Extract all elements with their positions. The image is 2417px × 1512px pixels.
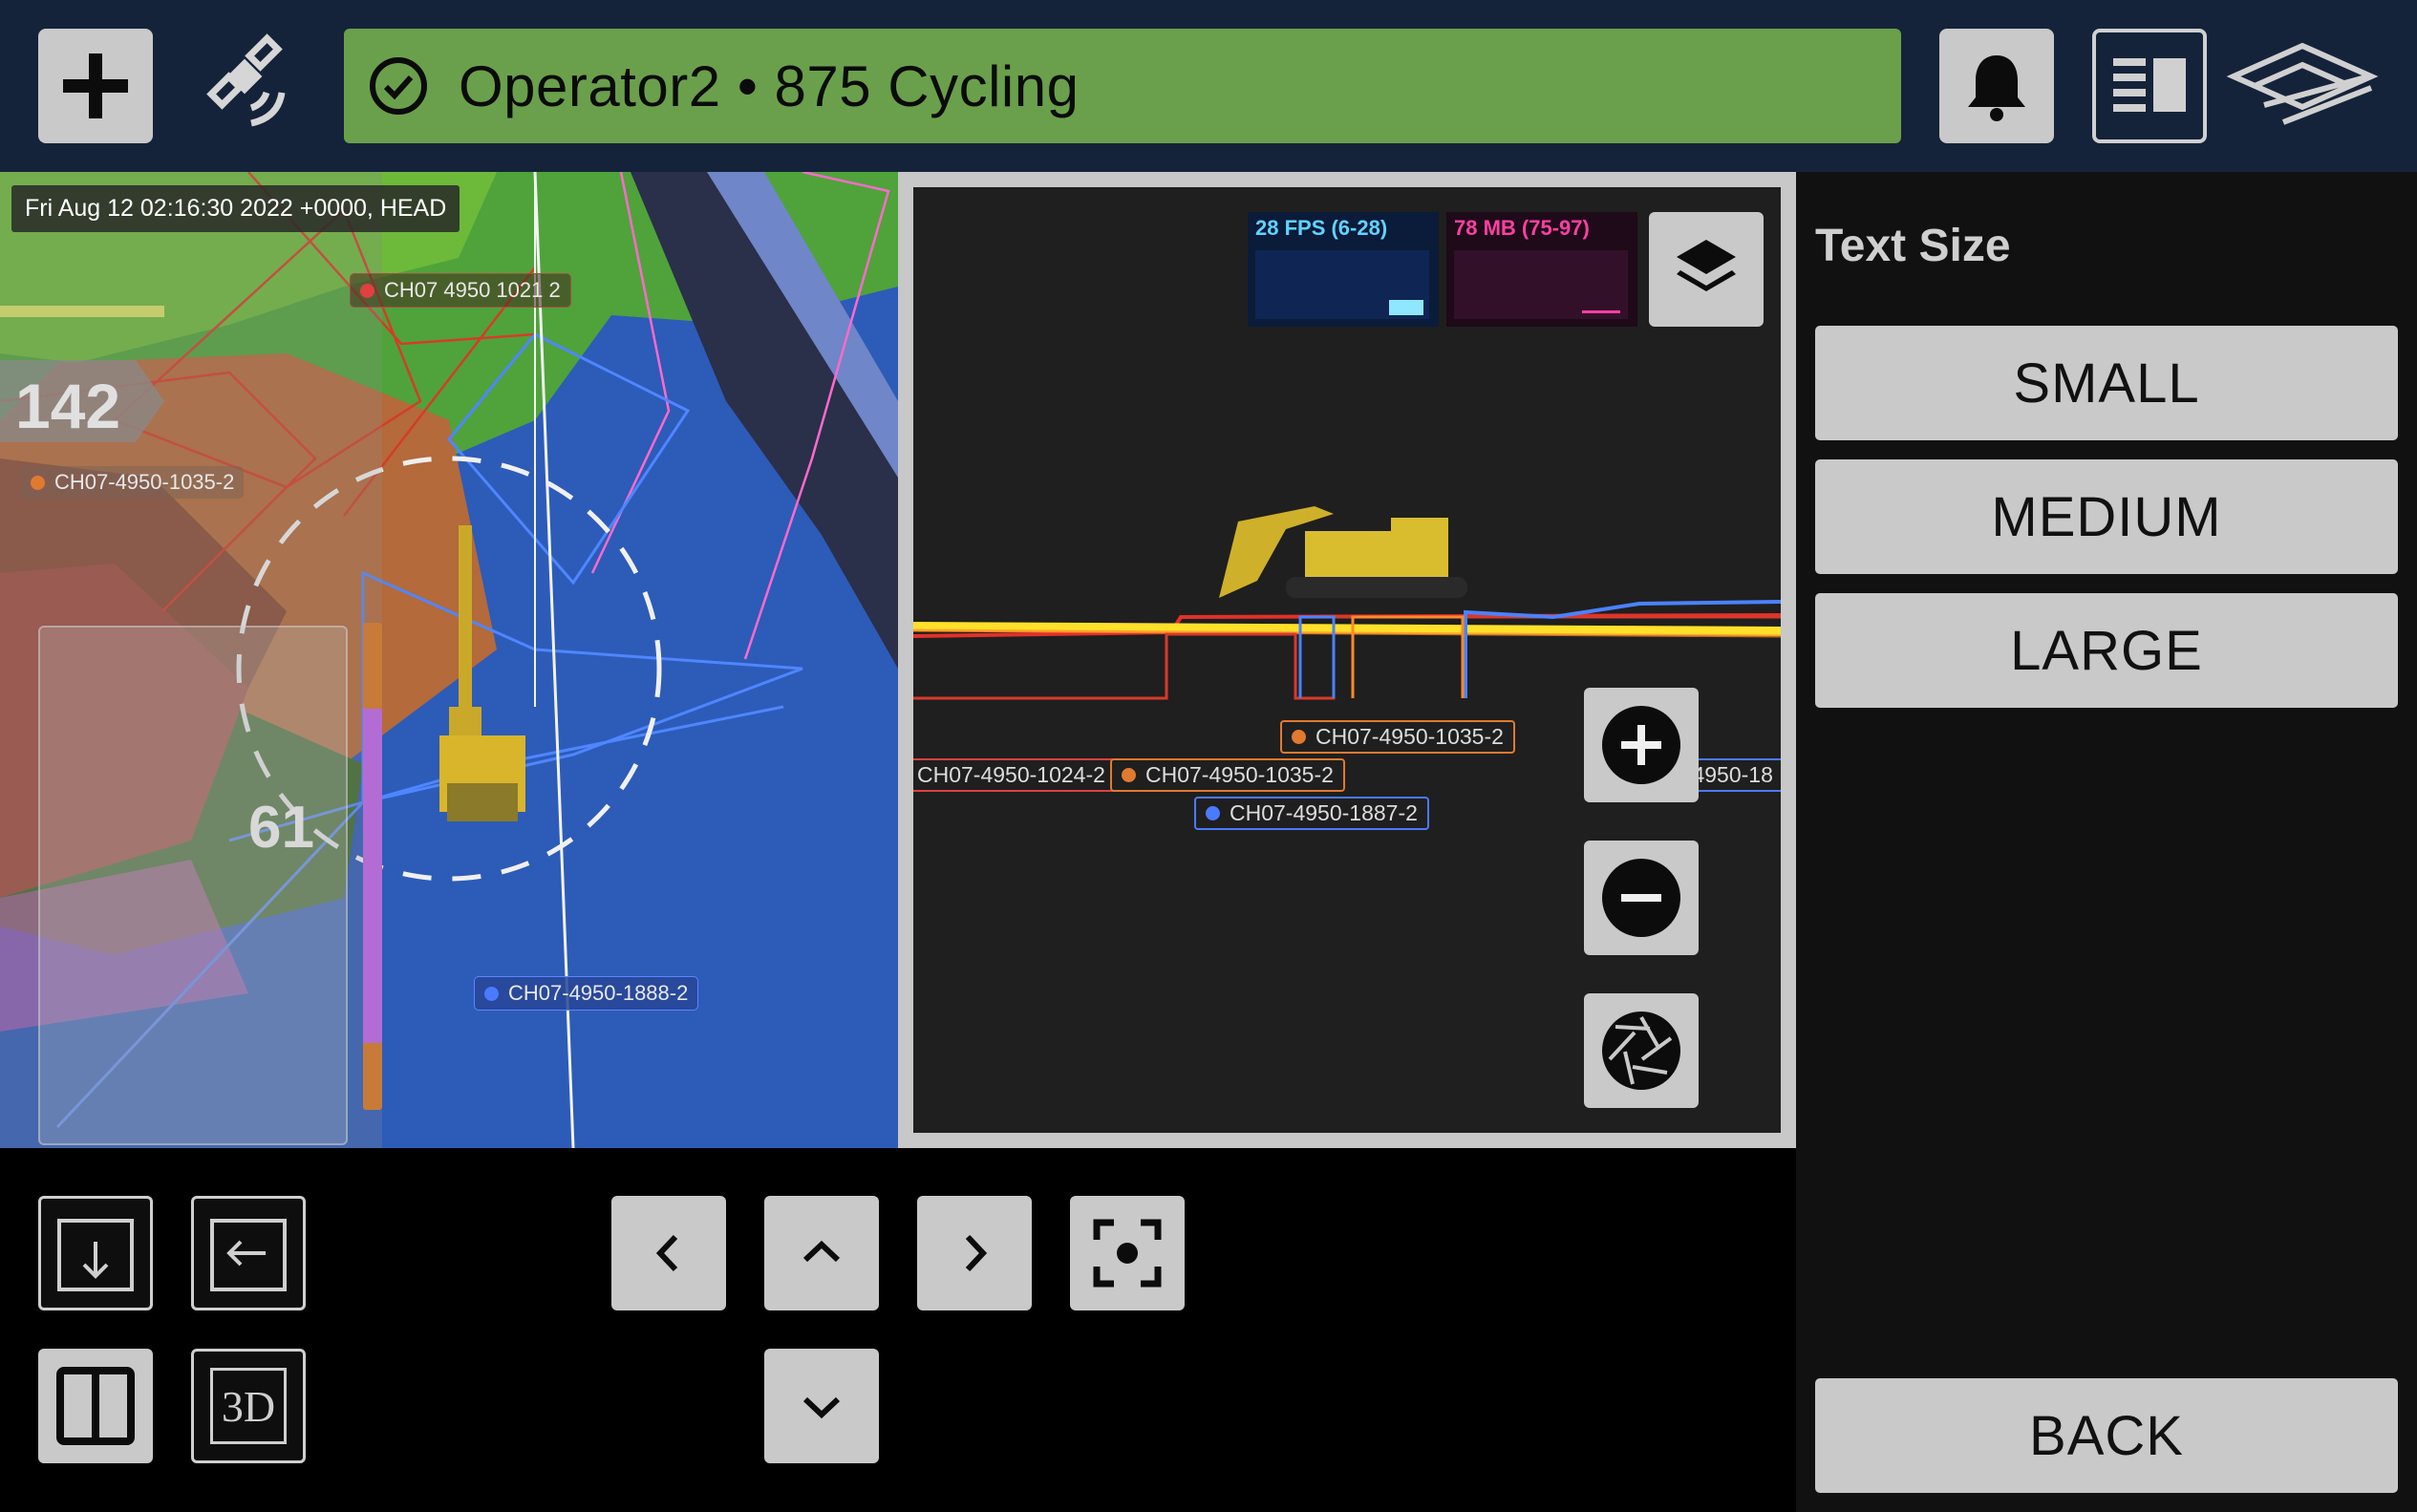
chevron-down-icon xyxy=(802,1396,841,1419)
profile-view[interactable]: 28 FPS (6-28) 78 MB (75-97) CH07-4950-10… xyxy=(913,187,1781,1133)
tag-label: CH07-4950-1035-2 xyxy=(1145,762,1334,787)
chevron-right-icon xyxy=(965,1234,988,1272)
fps-graph-bars xyxy=(1389,300,1423,315)
add-button[interactable] xyxy=(38,29,153,143)
tag-dot xyxy=(31,475,45,490)
profile-tag-1035-lower[interactable]: CH07-4950-1035-2 xyxy=(1110,758,1345,792)
level-gauge-fill xyxy=(363,709,382,1043)
tag-label: CH07 4950 1021 2 xyxy=(384,278,561,302)
pan-left-button[interactable] xyxy=(611,1196,726,1310)
haul-panel: 61 308 xyxy=(38,626,348,1148)
memory-label: 78 MB (75-97) xyxy=(1454,216,1590,240)
text-size-small-button[interactable]: SMALL xyxy=(1815,326,2398,440)
profile-tag-1035-upper[interactable]: CH07-4950-1035-2 xyxy=(1280,720,1515,754)
map-tag-1021[interactable]: CH07 4950 1021 2 xyxy=(350,273,571,308)
profile-view-frame: 28 FPS (6-28) 78 MB (75-97) CH07-4950-10… xyxy=(898,172,1796,1148)
fps-label: 28 FPS (6-28) xyxy=(1255,216,1388,240)
pan-down-button[interactable] xyxy=(764,1349,879,1463)
check-circle-icon xyxy=(370,57,427,115)
tag-dot xyxy=(1122,768,1136,782)
tag-label: CH07-4950-1024-2 xyxy=(917,762,1105,787)
chevron-up-icon xyxy=(802,1240,841,1263)
snapshot-button[interactable] xyxy=(1584,993,1699,1108)
tag-dot xyxy=(360,283,374,298)
zoom-in-icon xyxy=(1602,706,1680,784)
tag-dot xyxy=(1292,730,1306,744)
layers-icon xyxy=(1677,240,1736,291)
memory-graph xyxy=(1454,250,1628,319)
arrow-down-box-icon xyxy=(57,1219,134,1291)
bell-icon xyxy=(1968,55,2025,121)
profile-tag-1024[interactable]: CH07-4950-1024-2 xyxy=(913,758,1117,792)
tag-label: CH07-4950-1887-2 xyxy=(1230,800,1418,825)
zoom-out-icon xyxy=(1602,859,1680,937)
fps-meter: 28 FPS (6-28) xyxy=(1248,212,1439,327)
text-size-panel: Text Size SMALL MEDIUM LARGE BACK xyxy=(1796,172,2417,1512)
tag-label: CH07-4950-1035-2 xyxy=(54,470,235,494)
recenter-button[interactable] xyxy=(1070,1196,1185,1310)
split-view-button[interactable] xyxy=(38,1349,153,1463)
map-timestamp: Fri Aug 12 02:16:30 2022 +0000, HEAD xyxy=(11,185,460,232)
memory-meter: 78 MB (75-97) xyxy=(1446,212,1637,327)
panel-layout-icon xyxy=(2113,58,2186,112)
panel-layout-button[interactable] xyxy=(2092,29,2207,143)
satellite-icon[interactable] xyxy=(196,33,301,138)
map-tag-1035[interactable]: CH07-4950-1035-2 xyxy=(21,466,245,499)
add-icon xyxy=(63,53,128,118)
level-gauge xyxy=(363,623,382,1110)
zoom-in-button[interactable] xyxy=(1584,688,1699,802)
haul-panel-upper xyxy=(38,626,348,1145)
notifications-button[interactable] xyxy=(1939,29,2054,143)
layers-button[interactable] xyxy=(1649,212,1764,327)
map-view[interactable]: Fri Aug 12 02:16:30 2022 +0000, HEAD 142… xyxy=(0,172,898,1148)
speed-value: 142 xyxy=(15,371,121,441)
tag-label: CH07-4950-1888-2 xyxy=(508,981,689,1005)
operator-status-text: Operator2 • 875 Cycling xyxy=(459,53,1080,118)
tag-label: CH07-4950-1035-2 xyxy=(1315,724,1504,749)
tag-dot xyxy=(1206,806,1220,820)
aperture-icon xyxy=(1602,1012,1680,1090)
tag-dot xyxy=(484,986,499,1001)
zoom-out-button[interactable] xyxy=(1584,841,1699,955)
back-arrow-button[interactable] xyxy=(191,1196,306,1310)
profile-tag-1887[interactable]: CH07-4950-1887-2 xyxy=(1194,797,1429,830)
arrow-left-box-icon xyxy=(210,1219,287,1291)
memory-graph-line xyxy=(1582,310,1620,313)
text-size-medium-button[interactable]: MEDIUM xyxy=(1815,459,2398,574)
download-button[interactable] xyxy=(38,1196,153,1310)
map-tag-1888[interactable]: CH07-4950-1888-2 xyxy=(474,976,699,1011)
split-view-icon xyxy=(56,1367,135,1445)
pan-right-button[interactable] xyxy=(917,1196,1032,1310)
back-button[interactable]: BACK xyxy=(1815,1378,2398,1493)
view-3d-box: 3D xyxy=(210,1368,287,1444)
text-size-title: Text Size xyxy=(1815,221,2011,271)
profile-canvas xyxy=(913,506,1781,700)
fps-graph xyxy=(1255,250,1429,319)
view-3d-label: 3D xyxy=(221,1381,276,1431)
view-3d-button[interactable]: 3D xyxy=(191,1349,306,1463)
pan-up-button[interactable] xyxy=(764,1196,879,1310)
bay-number: 61 xyxy=(248,795,314,861)
text-size-large-button[interactable]: LARGE xyxy=(1815,593,2398,708)
speed-indicator: 142 xyxy=(0,360,168,442)
focus-target-icon xyxy=(1093,1219,1162,1288)
top-bar: Operator2 • 875 Cycling xyxy=(0,0,2417,172)
chevron-left-icon xyxy=(655,1234,678,1272)
brand-logo-icon xyxy=(2226,38,2379,134)
operator-status-bar[interactable]: Operator2 • 875 Cycling xyxy=(344,29,1901,143)
